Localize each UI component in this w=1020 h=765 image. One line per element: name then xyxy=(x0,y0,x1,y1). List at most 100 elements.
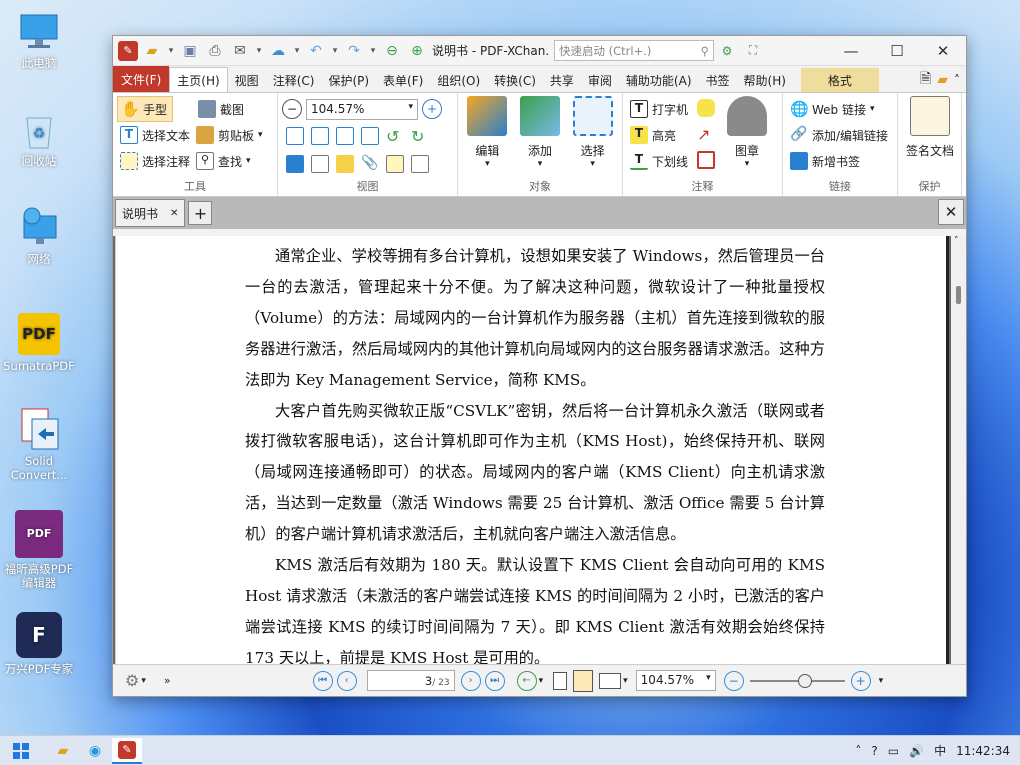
document-settings-icon[interactable] xyxy=(411,155,429,173)
tab-format[interactable]: 格式 xyxy=(800,68,879,92)
desktop-icon-foxit-editor[interactable]: PDF 福昕高级PDF编辑器 xyxy=(0,510,78,590)
first-page-button[interactable]: ⏮ xyxy=(312,670,333,691)
redo-icon[interactable]: ↷ xyxy=(343,40,365,62)
chevron-down-icon[interactable]: ▾ xyxy=(141,676,146,686)
tab-comment[interactable]: 注释(C) xyxy=(266,68,322,92)
chevron-down-icon[interactable]: ▾ xyxy=(879,676,884,686)
actual-size-icon[interactable] xyxy=(286,127,304,145)
page-number-input[interactable]: 3/ 23 xyxy=(366,670,455,691)
open-folder-icon[interactable]: ▰ xyxy=(141,40,163,62)
zoom-slider[interactable] xyxy=(749,671,845,691)
add-bookmark-button[interactable]: 新增书签 xyxy=(787,148,893,174)
tab-form[interactable]: 表单(F) xyxy=(376,68,430,92)
clock[interactable]: 11:42:34 xyxy=(956,744,1010,758)
fit-width-icon[interactable] xyxy=(336,127,354,145)
tab-convert[interactable]: 转换(C) xyxy=(487,68,543,92)
zoom-out-icon[interactable]: − xyxy=(282,99,302,119)
previous-page-button[interactable]: ‹ xyxy=(336,670,357,691)
dropdown-arrow-icon[interactable]: ▾ xyxy=(368,40,378,62)
dropdown-arrow-icon[interactable]: ▾ xyxy=(254,40,264,62)
fullscreen-icon[interactable]: ⛶ xyxy=(740,43,766,58)
pdf-xchange-taskbar-icon[interactable]: ✎ xyxy=(112,737,142,764)
fit-visible-icon[interactable] xyxy=(361,127,379,145)
tab-help[interactable]: 帮助(H) xyxy=(737,68,793,92)
zoom-slider-thumb[interactable] xyxy=(798,673,813,688)
expand-icon[interactable]: » xyxy=(164,674,171,687)
desktop-icon-network[interactable]: 网络 xyxy=(0,206,78,266)
dropdown-arrow-icon[interactable]: ▾ xyxy=(330,40,340,62)
hand-tool-button[interactable]: ✋ 手型 xyxy=(117,96,173,122)
tab-protect[interactable]: 保护(P) xyxy=(321,68,376,92)
desktop-icon-wondershare-pdf[interactable]: F 万兴PDF专家 xyxy=(0,612,78,676)
continuous-page-icon[interactable] xyxy=(573,669,594,692)
tab-accessibility[interactable]: 辅助功能(A) xyxy=(619,68,699,92)
fit-page-icon[interactable] xyxy=(311,127,329,145)
scrollbar-thumb[interactable] xyxy=(956,286,961,304)
folder-search-icon[interactable]: ▰ xyxy=(937,72,948,88)
collapse-ribbon-icon[interactable]: ˄ xyxy=(954,73,960,87)
zoom-in-icon[interactable]: + xyxy=(850,670,871,691)
scroll-up-icon[interactable]: ˄ xyxy=(954,236,959,246)
comments-icon[interactable] xyxy=(336,155,354,173)
document-viewport[interactable]: 通常企业、学校等拥有多台计算机，设想如果安装了 Windows，然后管理员一台一… xyxy=(113,236,966,667)
zoom-out-icon[interactable]: − xyxy=(723,670,744,691)
ime-indicator[interactable]: 中 xyxy=(934,742,946,759)
rotate-left-icon[interactable]: ↺ xyxy=(386,127,404,146)
attachment-icon[interactable]: 📎 xyxy=(361,155,379,173)
start-button[interactable] xyxy=(6,738,36,764)
desktop-icon-recycle-bin[interactable]: ♻ 回收站 xyxy=(0,108,78,168)
scan-icon[interactable]: ☁ xyxy=(267,40,289,62)
edge-icon[interactable]: ◉ xyxy=(80,738,110,764)
quick-launch-search[interactable]: 快速启动 (Ctrl+.) ⚲ xyxy=(554,40,714,61)
vertical-scrollbar[interactable]: ˄ xyxy=(951,236,966,664)
maximize-button[interactable]: ☐ xyxy=(874,36,920,66)
typewriter-button[interactable]: T 打字机 xyxy=(627,96,691,122)
underline-button[interactable]: T 下划线 xyxy=(627,148,691,174)
dropdown-arrow-icon[interactable]: ▾ xyxy=(166,40,176,62)
close-tab-icon[interactable]: ✕ xyxy=(170,208,178,219)
tab-organize[interactable]: 组织(O) xyxy=(430,68,487,92)
desktop-icon-sumatrapdf[interactable]: PDF SumatraPDF xyxy=(0,313,78,373)
status-zoom-select[interactable]: 104.57% ▾ xyxy=(635,670,716,691)
minimize-button[interactable]: — xyxy=(828,36,874,66)
back-icon[interactable]: ⊖ xyxy=(381,40,403,62)
select-text-button[interactable]: T 选择文本 xyxy=(117,122,193,148)
tab-file[interactable]: 文件(F) xyxy=(113,66,170,92)
tab-bookmarks[interactable]: 书签 xyxy=(699,68,737,92)
stamp-button[interactable]: 图章 ▾ xyxy=(721,96,773,174)
print-icon[interactable]: ⎙ xyxy=(204,40,226,62)
sign-document-button[interactable]: 签名文档 xyxy=(902,96,958,159)
zoom-in-icon[interactable]: + xyxy=(422,99,442,119)
new-tab-button[interactable]: + xyxy=(188,201,213,225)
find-button[interactable]: ⚲ 查找 ▾ xyxy=(193,148,254,174)
document-search-icon[interactable]: 🗎 xyxy=(920,68,931,92)
single-page-icon[interactable] xyxy=(553,671,568,690)
app-logo-icon[interactable]: ✎ xyxy=(118,40,138,61)
back-view-icon[interactable]: ← xyxy=(516,670,537,691)
close-document-button[interactable]: ✕ xyxy=(938,199,964,225)
snapshot-button[interactable]: 截图 xyxy=(195,96,247,122)
desktop-icon-solid-converter[interactable]: Solid Convert... xyxy=(0,408,78,482)
facing-pages-icon[interactable] xyxy=(599,672,622,689)
dropdown-arrow-icon[interactable]: ▾ xyxy=(292,40,302,62)
desktop-icon-this-pc[interactable]: 此电脑 xyxy=(0,10,78,70)
web-link-button[interactable]: 🌐 Web 链接 ▾ xyxy=(787,96,893,122)
close-button[interactable]: ✕ xyxy=(920,36,966,66)
tab-home[interactable]: 主页(H) xyxy=(169,67,228,92)
arrow-icon[interactable]: ↗ xyxy=(697,125,715,144)
sticky-note-icon[interactable] xyxy=(697,99,716,117)
highlight-button[interactable]: T 高亮 xyxy=(627,122,691,148)
chevron-down-icon[interactable]: ▾ xyxy=(539,676,544,686)
add-edit-link-button[interactable]: 🔗 添加/编辑链接 xyxy=(787,122,893,148)
save-icon[interactable]: ▣ xyxy=(179,40,201,62)
pages-icon[interactable] xyxy=(311,155,329,173)
file-explorer-icon[interactable]: ▰ xyxy=(48,738,78,764)
document-tab[interactable]: 说明书 ✕ xyxy=(115,199,186,227)
ribbon-zoom-select[interactable]: 104.57% ▾ xyxy=(306,98,418,120)
clipboard-button[interactable]: 剪贴板 ▾ xyxy=(193,122,266,148)
tab-view[interactable]: 视图 xyxy=(228,68,266,92)
last-page-button[interactable]: ⏭ xyxy=(484,670,505,691)
options-gear-icon[interactable]: ⚙ xyxy=(125,671,139,690)
tab-review[interactable]: 审阅 xyxy=(581,68,619,92)
settings-gear-icon[interactable]: ⚙ xyxy=(714,44,740,58)
